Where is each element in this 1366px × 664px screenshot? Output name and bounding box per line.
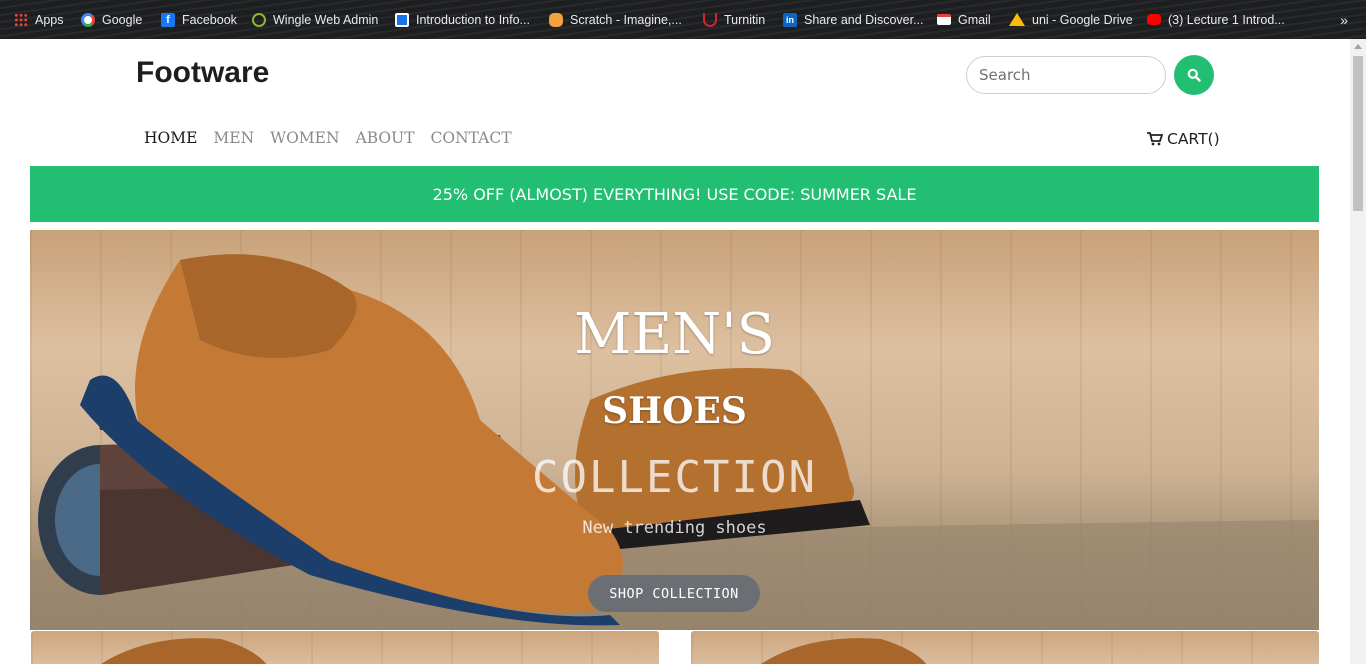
bookmark-apps[interactable]: Apps	[14, 8, 64, 32]
youtube-icon	[1147, 14, 1161, 25]
wingle-icon	[252, 12, 266, 27]
google-drive-icon	[1009, 13, 1025, 26]
site-logo[interactable]: Footware	[136, 56, 269, 90]
shop-collection-button[interactable]: SHOP COLLECTION	[588, 575, 760, 612]
product-image	[761, 638, 927, 664]
hero-banner: MEN'S SHOES COLLECTION New trending shoe…	[30, 230, 1319, 630]
bookmark-classroom[interactable]: Introduction to Info...	[395, 8, 530, 32]
hero-title-mens: MEN'S	[574, 302, 775, 367]
bookmark-youtube[interactable]: (3) Lecture 1 Introd...	[1147, 8, 1285, 32]
bookmark-label: (3) Lecture 1 Introd...	[1168, 12, 1285, 27]
cart-label: CART()	[1167, 130, 1220, 148]
main-nav: HOME MEN WOMEN ABOUT CONTACT	[144, 129, 512, 147]
nav-about[interactable]: ABOUT	[356, 129, 415, 147]
product-image	[101, 638, 267, 664]
bookmark-label: Wingle Web Admin	[273, 12, 379, 27]
hero-title-shoes: SHOES	[602, 390, 747, 432]
scrollbar-thumb[interactable]	[1353, 56, 1363, 211]
search-button[interactable]	[1174, 55, 1214, 95]
hero-text-block: MEN'S SHOES COLLECTION New trending shoe…	[30, 230, 1319, 630]
bookmark-wingle[interactable]: Wingle Web Admin	[252, 8, 378, 32]
bookmark-label: uni - Google Drive	[1032, 12, 1133, 27]
bookmark-label: Apps	[35, 12, 64, 27]
nav-home[interactable]: HOME	[144, 129, 197, 147]
nav-men[interactable]: MEN	[213, 129, 254, 147]
bookmark-google-drive[interactable]: uni - Google Drive	[1009, 8, 1133, 32]
page-content: Footware HOME MEN WOMEN ABOUT CONTACT CA…	[0, 39, 1350, 664]
bookmark-google[interactable]: Google	[81, 8, 142, 32]
hero-title-collection: COLLECTION	[532, 452, 817, 503]
bookmark-facebook[interactable]: f Facebook	[161, 8, 237, 32]
bookmarks-bar: Apps Google f Facebook Wingle Web Admin …	[0, 0, 1366, 39]
nav-contact[interactable]: CONTACT	[431, 129, 512, 147]
bookmark-label: Scratch - Imagine,...	[570, 12, 682, 27]
product-card-left[interactable]	[31, 631, 659, 664]
promo-banner: 25% OFF (ALMOST) EVERYTHING! USE CODE: S…	[30, 166, 1319, 222]
google-icon	[81, 12, 95, 27]
promo-text: 25% OFF (ALMOST) EVERYTHING! USE CODE: S…	[432, 184, 917, 204]
bookmark-label: Introduction to Info...	[416, 12, 530, 27]
gmail-icon	[937, 14, 951, 25]
bookmark-label: Share and Discover...	[804, 12, 924, 27]
nav-women[interactable]: WOMEN	[270, 129, 339, 147]
bookmark-label: Facebook	[182, 12, 237, 27]
cart-link[interactable]: CART()	[1147, 130, 1220, 148]
apps-grid-icon	[14, 12, 28, 27]
product-card-right[interactable]	[691, 631, 1319, 664]
shopping-cart-icon	[1147, 132, 1163, 146]
vertical-scrollbar[interactable]	[1350, 39, 1366, 664]
search-icon	[1187, 68, 1201, 82]
bookmark-label: Gmail	[958, 12, 991, 27]
bookmark-gmail[interactable]: Gmail	[937, 8, 991, 32]
bookmarks-overflow-button[interactable]: »	[1340, 12, 1348, 28]
scratch-icon	[549, 12, 563, 27]
hero-subtitle: New trending shoes	[582, 518, 767, 538]
turnitin-icon	[703, 12, 717, 27]
bookmark-label: Turnitin	[724, 12, 766, 27]
linkedin-icon: in	[783, 12, 797, 27]
scroll-up-arrow-icon[interactable]	[1354, 44, 1362, 49]
bookmark-linkedin[interactable]: in Share and Discover...	[783, 8, 924, 32]
search-input[interactable]	[966, 56, 1166, 94]
bookmark-turnitin[interactable]: Turnitin	[703, 8, 765, 32]
bookmark-label: Google	[102, 12, 143, 27]
facebook-icon: f	[161, 12, 175, 27]
bookmark-scratch[interactable]: Scratch - Imagine,...	[549, 8, 682, 32]
classroom-icon	[395, 12, 409, 27]
